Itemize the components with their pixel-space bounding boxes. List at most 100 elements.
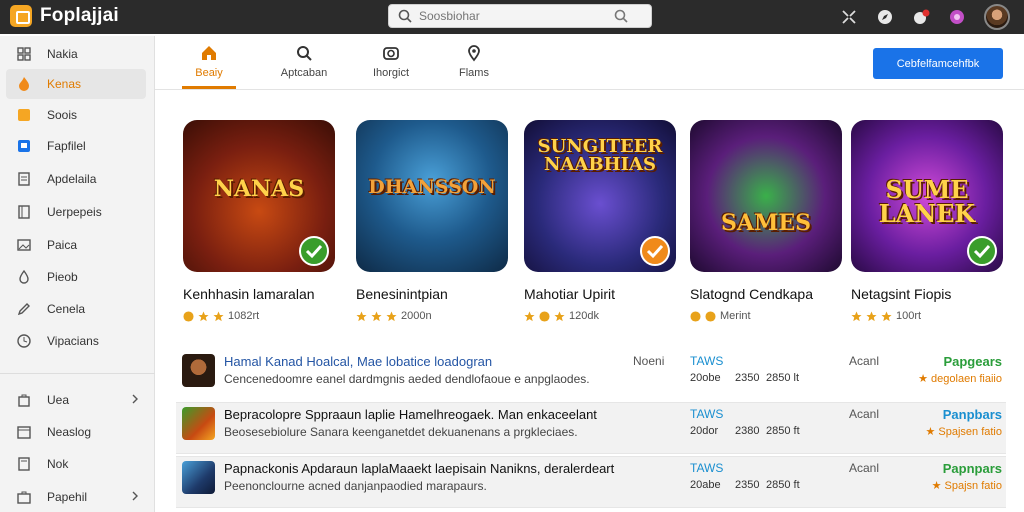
expand-icon[interactable] [840, 8, 858, 26]
game-art: DHANSSON [356, 120, 508, 272]
brand[interactable]: Foplajjai [10, 5, 119, 27]
star-icon [386, 310, 397, 321]
sidebar-item-neaslog[interactable]: Neaslog [6, 417, 146, 447]
list-item-status: Acanl [849, 461, 880, 475]
sidebar-item-label: Cenela [47, 302, 86, 316]
blue-square-icon [18, 140, 30, 152]
search-submit-icon[interactable] [613, 8, 629, 24]
star-icon [356, 310, 367, 321]
bag-icon [18, 394, 30, 407]
list-item-value-1: 20abe [690, 479, 721, 491]
star-icon [524, 310, 535, 321]
list-thumbnail [182, 407, 215, 440]
sidebar-item-soois[interactable]: Soois [6, 100, 146, 130]
search-bar[interactable] [388, 4, 652, 28]
game-card[interactable]: DHANSSON Benesinintpian 2000n [356, 120, 508, 322]
list-item-status: Acanl [849, 354, 880, 368]
star-icon [539, 310, 550, 322]
game-art-title: DHANSSON [368, 176, 496, 198]
list-item-status: Acanl [849, 407, 880, 421]
sidebar-item-vipacians[interactable]: Vipacians [6, 326, 146, 356]
sidebar-item-label: Nok [47, 457, 69, 471]
game-meta: 100rt [851, 310, 1003, 322]
list-thumbnail [182, 354, 215, 387]
tab-ihorgict[interactable]: Ihorgict [356, 44, 426, 79]
sidebar-item-label: Uea [47, 393, 70, 407]
game-art: SAMES [690, 120, 842, 272]
sidebar-item-kenas[interactable]: Kenas [6, 69, 146, 99]
sidebar-divider [0, 373, 155, 374]
list-item-value-3: 2850 ft [766, 479, 800, 491]
app-logo-icon [10, 5, 32, 27]
sidebar-item-uea[interactable]: Uea [6, 385, 146, 415]
list-item-value-1: 20dor [690, 425, 719, 437]
compass-icon[interactable] [876, 8, 894, 26]
sidebar-item-pieob[interactable]: Pieob [6, 262, 146, 292]
search-input[interactable] [419, 9, 619, 23]
list-item-value-2: 2350 [735, 479, 760, 491]
game-card[interactable]: NANAS Kenhhasin lamaralan 1082rt [183, 120, 335, 322]
tab-beaiy[interactable]: Beaiy [174, 44, 244, 79]
list-item[interactable]: Hamal Kanad Hoalcal, Mae lobatice loadog… [176, 350, 1006, 402]
sidebar-item-label: Pieob [47, 270, 78, 284]
messages-icon[interactable] [948, 8, 966, 26]
tab-aptcaban[interactable]: Aptcaban [269, 44, 339, 79]
cta-button[interactable]: Cebfelfamcehfbk [873, 48, 1003, 79]
sidebar-item-nok[interactable]: Nok [6, 449, 146, 479]
list-item-title[interactable]: Hamal Kanad Hoalcal, Mae lobatice loadog… [224, 354, 492, 369]
list-item[interactable]: Papnackonis Apdaraun laplaMaaekt laepisa… [176, 456, 1006, 508]
briefcase-icon [17, 491, 31, 504]
tab-label: Aptcaban [280, 67, 328, 79]
sidebar-item-label: Neaslog [47, 425, 92, 439]
list-item-category[interactable]: Panpbars [943, 407, 1002, 422]
list-thumbnail [182, 461, 215, 494]
notification-icon[interactable] [912, 8, 930, 26]
game-meta: Merint [690, 310, 842, 322]
tab-label: Flams [459, 67, 489, 79]
calendar-icon [17, 426, 31, 439]
game-meta-value: 120dk [569, 310, 599, 322]
game-card[interactable]: SUNGITEER NAABHIAS Mahotiar Upirit 120dk [524, 120, 676, 322]
list-item-rating: ★ Spajsen fatio [925, 426, 1002, 438]
list-item-desc: Cencenedoomre eanel dardmgnis aeded dend… [224, 372, 590, 386]
sidebar-item-uerpepeis[interactable]: Uerpepeis [6, 197, 146, 227]
chevron-right-icon [132, 491, 138, 501]
avatar[interactable] [984, 4, 1010, 30]
sidebar-item-nakia[interactable]: Nakia [6, 39, 146, 69]
orange-square-icon [18, 109, 30, 121]
list-item-title[interactable]: Bepracolopre Sppraaun laplie Hamelhreoga… [224, 407, 597, 422]
star-icon [371, 310, 382, 321]
tab-flams[interactable]: Flams [439, 44, 509, 79]
game-card[interactable]: SAMES Slatognd Cendkapa Merint [690, 120, 842, 322]
sidebar-item-cenela[interactable]: Cenela [6, 294, 146, 324]
sidebar-item-fapfilel[interactable]: Fapfilel [6, 131, 146, 161]
home-icon [202, 46, 216, 60]
location-icon [468, 45, 480, 62]
list-item-value-3: 2850 lt [766, 372, 800, 384]
sidebar-item-apdelaila[interactable]: Apdelaila [6, 164, 146, 194]
sidebar-item-label: Nakia [47, 47, 78, 61]
sidebar-item-label: Paica [47, 238, 78, 252]
image-icon [17, 239, 31, 251]
check-icon [640, 236, 670, 266]
list-item-desc: Peenonclourne acned danjanpaodied marapa… [224, 479, 487, 493]
game-art: SUME LANEK [851, 120, 1003, 272]
game-meta: 1082rt [183, 310, 335, 322]
sidebar-item-papehil[interactable]: Papehil [6, 482, 146, 512]
game-meta-value: 2000n [401, 310, 432, 322]
list-item-category[interactable]: Papgears [943, 354, 1002, 369]
clock-icon [17, 334, 31, 348]
app-title: Foplajjai [40, 5, 119, 26]
star-icon [690, 310, 701, 322]
game-card[interactable]: SUME LANEK Netagsint Fiopis 100rt [851, 120, 1003, 322]
list-item-category[interactable]: Papnpars [943, 461, 1002, 476]
game-meta: 120dk [524, 310, 676, 322]
game-title: Mahotiar Upirit [524, 286, 616, 302]
list-item[interactable]: Bepracolopre Sppraaun laplie Hamelhreoga… [176, 402, 1006, 454]
search-icon [297, 46, 312, 61]
search-icon [398, 9, 412, 23]
list-item-title[interactable]: Papnackonis Apdaraun laplaMaaekt laepisa… [224, 461, 614, 476]
sidebar-item-label: Uerpepeis [47, 205, 102, 219]
game-title: Netagsint Fiopis [851, 286, 952, 302]
sidebar-item-paica[interactable]: Paica [6, 230, 146, 260]
